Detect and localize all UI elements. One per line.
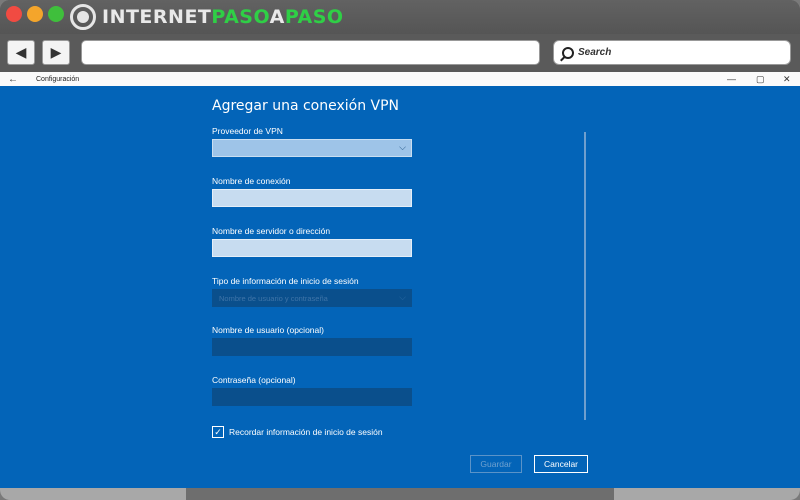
back-arrow-icon: ◀ [15, 44, 27, 60]
browser-titlebar: INTERNETPASOAPASO [0, 0, 800, 34]
remember-signin-row[interactable]: ✓ Recordar información de inicio de sesi… [212, 426, 383, 438]
window-back-icon[interactable]: ← [8, 74, 18, 85]
forward-button[interactable]: ▶ [42, 40, 70, 65]
username-field[interactable] [212, 338, 412, 356]
forward-arrow-icon: ▶ [50, 44, 62, 60]
logo-text: INTERNETPASOAPASO [102, 6, 344, 28]
server-address-label: Nombre de servidor o dirección [212, 226, 331, 236]
search-input[interactable]: Search [553, 40, 791, 65]
address-bar[interactable] [81, 40, 540, 65]
cancel-button[interactable]: Cancelar [534, 455, 588, 473]
vpn-provider-label: Proveedor de VPN [212, 126, 283, 136]
checkmark-icon: ✓ [214, 426, 222, 437]
maximize-icon[interactable]: ▢ [756, 74, 765, 85]
chevron-down-icon: ⌵ [399, 292, 406, 302]
save-button[interactable]: Guardar [470, 455, 522, 473]
close-icon[interactable]: ✕ [783, 74, 791, 85]
logo-icon [70, 4, 96, 30]
zoom-window-dot[interactable] [48, 6, 64, 22]
vpn-dialog: Agregar una conexión VPN Proveedor de VP… [0, 86, 800, 488]
remember-signin-label: Recordar información de inicio de sesión [229, 427, 383, 437]
minimize-icon[interactable]: — [727, 74, 736, 84]
window-title: Configuración [36, 76, 80, 83]
username-label: Nombre de usuario (opcional) [212, 325, 324, 335]
back-button[interactable]: ◀ [7, 40, 35, 65]
scrollbar[interactable] [584, 132, 586, 420]
password-field[interactable] [212, 388, 412, 406]
site-logo: INTERNETPASOAPASO [70, 2, 344, 32]
remember-signin-checkbox[interactable]: ✓ [212, 426, 224, 438]
chevron-down-icon: ⌵ [399, 142, 406, 152]
server-address-field[interactable] [212, 239, 412, 257]
dialog-title: Agregar una conexión VPN [212, 98, 400, 114]
browser-toolbar: ◀ ▶ Search [0, 34, 800, 72]
connection-name-field[interactable] [212, 189, 412, 207]
connection-name-label: Nombre de conexión [212, 176, 291, 186]
signin-type-value: Nombre de usuario y contraseña [219, 294, 328, 303]
signin-type-select[interactable]: Nombre de usuario y contraseña ⌵ [212, 289, 412, 307]
close-window-dot[interactable] [6, 6, 22, 22]
password-label: Contraseña (opcional) [212, 375, 296, 385]
bottom-edge [0, 488, 800, 500]
search-label: Search [578, 47, 612, 58]
signin-type-label: Tipo de información de inicio de sesión [212, 276, 359, 286]
bottom-segment [0, 488, 186, 500]
vpn-provider-select[interactable]: ⌵ [212, 139, 412, 157]
search-icon [562, 46, 574, 59]
browser-window: INTERNETPASOAPASO ◀ ▶ Search ← Configura… [0, 0, 800, 500]
bottom-segment [614, 488, 800, 500]
minimize-window-dot[interactable] [27, 6, 43, 22]
